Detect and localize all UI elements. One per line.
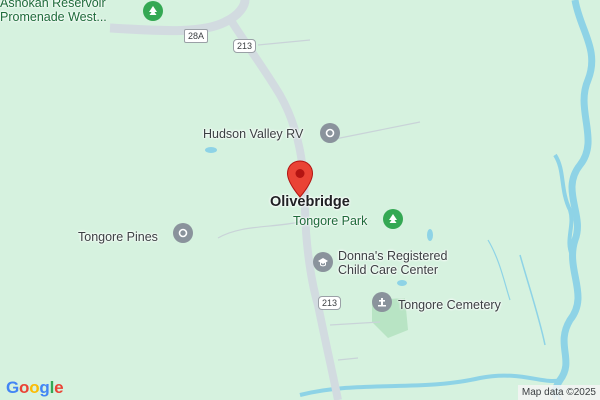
route-28a-shield: 28A xyxy=(184,29,209,43)
minor-road xyxy=(217,221,301,239)
ashokan-label-line2[interactable]: Promenade West... xyxy=(0,10,107,24)
tongore-cemetery-label[interactable]: Tongore Cemetery xyxy=(398,298,501,312)
road-213 xyxy=(228,19,342,400)
minor-road xyxy=(257,39,311,46)
minor-road xyxy=(329,321,381,326)
pond-2 xyxy=(427,229,433,241)
pond xyxy=(205,147,217,153)
route-213-shield: 213 xyxy=(233,39,257,53)
school-icon[interactable] xyxy=(313,252,333,272)
tongore-park-label[interactable]: Tongore Park xyxy=(293,214,367,228)
pond-3 xyxy=(397,280,407,286)
stream xyxy=(519,254,546,346)
route-213-shield: 213 xyxy=(318,296,342,310)
map-canvas[interactable]: Ashokan Reservoir Promenade West... Huds… xyxy=(0,0,600,400)
tongore-pines-label[interactable]: Tongore Pines xyxy=(78,230,158,244)
park-tree-icon[interactable] xyxy=(383,209,403,229)
river xyxy=(552,0,596,400)
ashokan-label-line1[interactable]: Ashokan Reservoir xyxy=(0,0,106,10)
park-tree-icon[interactable] xyxy=(143,1,163,21)
place-dot-icon[interactable] xyxy=(173,223,193,243)
minor-road xyxy=(337,357,359,361)
location-pin-icon[interactable] xyxy=(286,160,314,203)
hudson-valley-rv-label[interactable]: Hudson Valley RV xyxy=(203,127,303,141)
map-attribution[interactable]: Map data ©2025 xyxy=(517,385,600,400)
cemetery-icon[interactable] xyxy=(372,292,392,312)
google-logo[interactable]: Google xyxy=(6,378,64,398)
donnas-label-line2[interactable]: Child Care Center xyxy=(338,263,438,277)
google-logo-text: Google xyxy=(6,378,64,397)
river-branch xyxy=(553,153,574,256)
donnas-label-line1[interactable]: Donna's Registered xyxy=(338,249,447,263)
road-28a xyxy=(109,0,250,36)
stream-2 xyxy=(487,239,511,301)
place-dot-icon[interactable] xyxy=(320,123,340,143)
minor-road xyxy=(329,121,421,141)
